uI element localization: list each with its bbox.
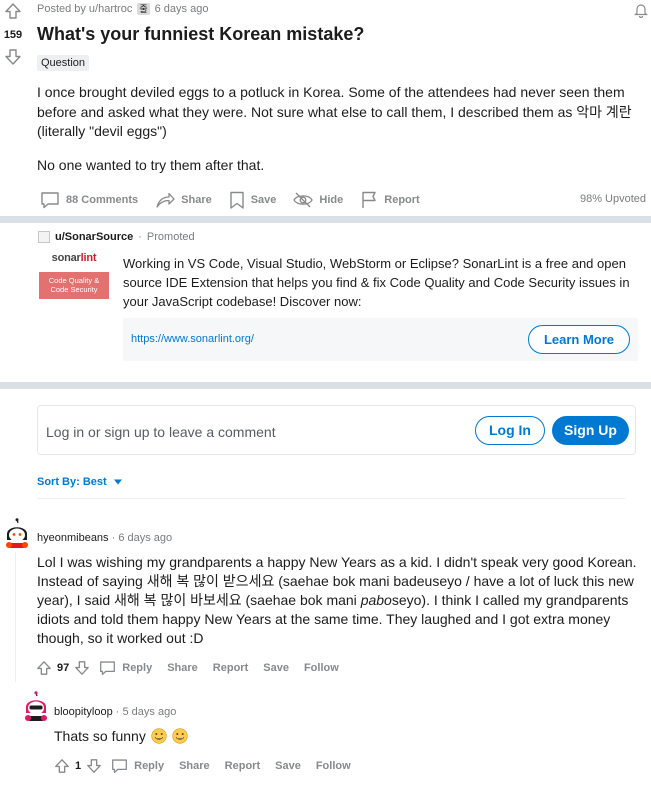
post-meta-prefix: Posted by (37, 3, 86, 15)
sonarlint-logo[interactable]: sonarlint Code Quality & Code Security (37, 252, 111, 308)
post-author[interactable]: u/hartroc (89, 3, 132, 15)
share-button[interactable]: Share (179, 760, 210, 772)
post-title: What's your funniest Korean mistake? (37, 24, 365, 44)
comment-actions: 1 Reply Share Report Save Follow (54, 755, 366, 777)
comment-time: · 5 days ago (115, 706, 177, 718)
grinning-emoji-icon (151, 728, 167, 744)
grinning-emoji-icon (172, 728, 188, 744)
comment-icon (111, 758, 128, 774)
sort-dropdown[interactable]: Sort By: Best (37, 476, 123, 488)
avatar[interactable] (4, 518, 30, 548)
comment-text-emphasis: pabo (360, 592, 392, 608)
comment-meta: bloopityloop · 5 days ago (54, 706, 176, 718)
hide-button[interactable]: Hide (293, 191, 343, 209)
promoted-url[interactable]: https://www.sonarlint.org/ (131, 333, 254, 345)
comment-time: · 6 days ago (111, 532, 173, 544)
post-time: 6 days ago (154, 3, 209, 15)
comment-body: Lol I was wishing my grandparents a happ… (37, 553, 637, 648)
comment-actions: 97 Reply Share Report Save Follow (36, 657, 354, 679)
save-button[interactable]: Save (229, 191, 277, 209)
comment-author[interactable]: bloopityloop (54, 706, 113, 718)
save-button[interactable]: Save (263, 662, 289, 674)
comment-score: 97 (57, 662, 70, 674)
comment-score: 1 (75, 760, 82, 772)
downvote-arrow-icon[interactable] (4, 48, 22, 66)
post-meta: Posted by u/hartroc 줄 6 days ago (37, 3, 208, 15)
caret-down-icon (113, 479, 123, 485)
section-divider (0, 216, 651, 223)
reply-label: Reply (122, 662, 153, 674)
upvote-arrow-icon[interactable] (36, 660, 52, 676)
post-score: 159 (3, 29, 23, 41)
share-label: Share (181, 194, 212, 206)
downvote-arrow-icon[interactable] (86, 758, 102, 774)
report-button[interactable]: Report (225, 760, 260, 772)
share-icon (155, 191, 175, 209)
signup-button[interactable]: Sign Up (552, 416, 629, 445)
reply-label: Reply (134, 760, 165, 772)
post-body: I once brought deviled eggs to a potluck… (37, 83, 642, 189)
comment-box: Log in or sign up to leave a comment Log… (37, 405, 636, 455)
comment-icon (99, 660, 116, 676)
comment-meta: hyeonmibeans · 6 days ago (37, 532, 172, 544)
advertiser-name[interactable]: u/SonarSource (55, 231, 133, 243)
thread-line[interactable] (15, 552, 16, 682)
learn-more-button[interactable]: Learn More (528, 325, 630, 354)
save-button[interactable]: Save (275, 760, 301, 772)
login-button[interactable]: Log In (475, 416, 545, 445)
report-button[interactable]: Report (360, 191, 420, 209)
logo-wordmark: sonarlint (37, 252, 111, 264)
follow-button[interactable]: Follow (304, 662, 339, 674)
advertiser-avatar[interactable] (38, 231, 50, 243)
promoted-link-bar: https://www.sonarlint.org/ Learn More (123, 318, 638, 361)
share-button[interactable]: Share (155, 191, 212, 209)
upvote-ratio: 98% Upvoted (579, 193, 646, 205)
post-body-paragraph: No one wanted to try them after that. (37, 156, 265, 173)
save-label: Save (250, 194, 277, 206)
comment-icon (40, 191, 60, 209)
downvote-arrow-icon[interactable] (74, 660, 90, 676)
divider (37, 498, 625, 499)
promoted-text[interactable]: Working in VS Code, Visual Studio, WebSt… (123, 254, 643, 311)
share-button[interactable]: Share (167, 662, 198, 674)
promoted-label: Promoted (146, 231, 195, 243)
reply-button[interactable]: Reply (99, 660, 152, 676)
hide-label: Hide (319, 194, 344, 206)
eye-slash-icon (293, 191, 314, 209)
comment-text: Thats so funny (54, 728, 146, 744)
promoted-meta: u/SonarSource · Promoted (38, 231, 195, 243)
logo-badge: Code Quality & Code Security (39, 272, 109, 299)
logo-word-b: lint (80, 252, 97, 264)
comments-label: 88 Comments (66, 194, 139, 206)
sort-label: Sort By: Best (37, 476, 107, 488)
comment-author[interactable]: hyeonmibeans (37, 532, 109, 544)
comment-body: Thats so funny (54, 727, 634, 746)
avatar[interactable] (23, 691, 49, 721)
post-flair[interactable]: Question (37, 55, 90, 71)
flag-icon (360, 191, 378, 209)
upvote-arrow-icon[interactable] (4, 2, 22, 20)
bookmark-icon (229, 191, 245, 209)
upvote-arrow-icon[interactable] (54, 758, 70, 774)
comments-button[interactable]: 88 Comments (40, 191, 138, 209)
author-flair: 줄 (137, 3, 150, 15)
follow-button[interactable]: Follow (316, 760, 351, 772)
reply-button[interactable]: Reply (111, 758, 164, 774)
logo-word-a: sonar (51, 252, 81, 264)
report-button[interactable]: Report (213, 662, 248, 674)
meta-dot: · (138, 231, 142, 243)
report-label: Report (384, 194, 420, 206)
section-divider (0, 382, 651, 389)
bell-icon[interactable] (634, 2, 648, 18)
comment-box-prompt: Log in or sign up to leave a comment (46, 424, 276, 440)
post-actions: 88 Comments Share Save Hide Report 98% U… (40, 189, 646, 211)
post-body-paragraph: I once brought deviled eggs to a potluck… (37, 84, 632, 139)
